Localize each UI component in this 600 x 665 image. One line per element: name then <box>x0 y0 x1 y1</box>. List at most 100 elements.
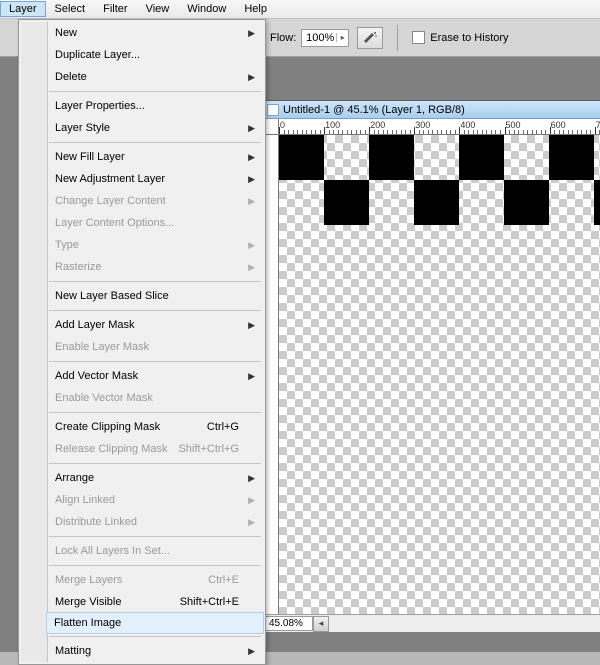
menu-item-label: Type <box>55 239 79 251</box>
menu-item-label: Release Clipping Mask <box>55 443 168 455</box>
menu-window[interactable]: Window <box>178 1 235 17</box>
zoom-field[interactable]: 45.08% <box>265 616 313 631</box>
menu-item-label: Merge Layers <box>55 574 122 586</box>
menu-item-type: Type ▶ <box>47 234 263 256</box>
menu-item-merge-visible[interactable]: Merge Visible Shift+Ctrl+E <box>47 591 263 613</box>
menu-item-label: Add Vector Mask <box>55 370 138 382</box>
flow-input[interactable] <box>302 32 336 44</box>
menu-item-label: Delete <box>55 71 87 83</box>
menu-item-label: Layer Content Options... <box>55 217 174 229</box>
document-window: Untitled-1 @ 45.1% (Layer 1, RGB/8) 0100… <box>262 100 600 632</box>
submenu-arrow-icon: ▶ <box>248 196 255 207</box>
pattern-square <box>504 180 549 225</box>
erase-history-label: Erase to History <box>430 32 508 44</box>
menu-separator <box>49 536 261 537</box>
menu-item-change-layer-content: Change Layer Content ▶ <box>47 190 263 212</box>
menu-help[interactable]: Help <box>235 1 276 17</box>
menu-item-new-layer-based-slice[interactable]: New Layer Based Slice <box>47 285 263 307</box>
menu-item-matting[interactable]: Matting▶ <box>47 640 263 662</box>
ruler-horizontal[interactable]: 0100200300400500600700 <box>279 119 600 135</box>
document-icon <box>267 104 279 116</box>
pattern-square <box>369 135 414 180</box>
menu-item-shortcut: Shift+Ctrl+E <box>180 596 239 608</box>
menu-item-label: Layer Properties... <box>55 100 145 112</box>
menu-separator <box>49 310 261 311</box>
submenu-arrow-icon: ▶ <box>248 646 255 657</box>
menu-separator <box>49 142 261 143</box>
menu-item-label: Layer Style <box>55 122 110 134</box>
menu-item-delete[interactable]: Delete▶ <box>47 66 263 88</box>
layer-menu-dropdown: New▶Duplicate Layer...Delete▶Layer Prope… <box>18 19 266 665</box>
menu-item-label: Enable Vector Mask <box>55 392 153 404</box>
menu-item-enable-vector-mask: Enable Vector Mask <box>47 387 263 409</box>
menu-separator <box>49 91 261 92</box>
pattern-square <box>594 180 600 225</box>
submenu-arrow-icon: ▶ <box>248 473 255 484</box>
submenu-arrow-icon: ▶ <box>248 240 255 251</box>
document-titlebar[interactable]: Untitled-1 @ 45.1% (Layer 1, RGB/8) <box>263 101 600 119</box>
menu-item-arrange[interactable]: Arrange▶ <box>47 467 263 489</box>
menu-item-merge-layers: Merge Layers Ctrl+E <box>47 569 263 591</box>
menu-item-label: Create Clipping Mask <box>55 421 160 433</box>
menu-item-new-adjustment-layer[interactable]: New Adjustment Layer ▶ <box>47 168 263 190</box>
erase-history-checkbox[interactable] <box>412 31 425 44</box>
menu-item-layer-style[interactable]: Layer Style ▶ <box>47 117 263 139</box>
divider <box>397 25 398 51</box>
document-title: Untitled-1 @ 45.1% (Layer 1, RGB/8) <box>283 104 465 116</box>
menu-separator <box>49 361 261 362</box>
menu-item-label: Lock All Layers In Set... <box>55 545 170 557</box>
menu-item-flatten-image[interactable]: Flatten Image <box>46 612 264 634</box>
menu-separator <box>49 565 261 566</box>
flow-dropdown-arrow[interactable]: ▸ <box>336 33 348 42</box>
menu-item-rasterize: Rasterize▶ <box>47 256 263 278</box>
menu-item-new-fill-layer[interactable]: New Fill Layer ▶ <box>47 146 263 168</box>
menu-item-label: New Adjustment Layer <box>55 173 165 185</box>
menu-view[interactable]: View <box>137 1 179 17</box>
menu-item-distribute-linked: Distribute Linked▶ <box>47 511 263 533</box>
menu-item-shortcut: Shift+Ctrl+G <box>178 443 239 455</box>
airbrush-button[interactable] <box>357 27 383 49</box>
menu-item-align-linked: Align Linked ▶ <box>47 489 263 511</box>
submenu-arrow-icon: ▶ <box>248 371 255 382</box>
submenu-arrow-icon: ▶ <box>248 495 255 506</box>
menu-layer[interactable]: Layer <box>0 1 46 17</box>
menu-item-new[interactable]: New▶ <box>47 22 263 44</box>
scroll-left-button[interactable]: ◂ <box>313 616 329 632</box>
menu-item-shortcut: Ctrl+G <box>207 421 239 433</box>
menu-separator <box>49 636 261 637</box>
submenu-arrow-icon: ▶ <box>248 28 255 39</box>
submenu-arrow-icon: ▶ <box>248 152 255 163</box>
submenu-arrow-icon: ▶ <box>248 320 255 331</box>
flow-label: Flow: <box>270 32 296 44</box>
menu-item-add-vector-mask[interactable]: Add Vector Mask ▶ <box>47 365 263 387</box>
submenu-arrow-icon: ▶ <box>248 123 255 134</box>
flow-field[interactable]: ▸ <box>301 29 349 47</box>
menu-select[interactable]: Select <box>46 1 95 17</box>
submenu-arrow-icon: ▶ <box>248 174 255 185</box>
menu-item-add-layer-mask[interactable]: Add Layer Mask▶ <box>47 314 263 336</box>
menu-item-label: Enable Layer Mask <box>55 341 149 353</box>
document-body <box>263 135 600 614</box>
menu-item-layer-properties[interactable]: Layer Properties... <box>47 95 263 117</box>
menu-item-label: Change Layer Content <box>55 195 166 207</box>
menu-item-label: Align Linked <box>55 494 115 506</box>
menu-item-label: Duplicate Layer... <box>55 49 140 61</box>
canvas[interactable] <box>279 135 600 614</box>
menu-item-label: Rasterize <box>55 261 101 273</box>
menu-item-create-clipping-mask[interactable]: Create Clipping Mask Ctrl+G <box>47 416 263 438</box>
menu-item-shortcut: Ctrl+E <box>208 574 239 586</box>
menu-item-label: Merge Visible <box>55 596 121 608</box>
pattern-square <box>324 180 369 225</box>
menu-item-label: Distribute Linked <box>55 516 137 528</box>
menu-item-duplicate-layer[interactable]: Duplicate Layer... <box>47 44 263 66</box>
menu-separator <box>49 281 261 282</box>
menu-filter[interactable]: Filter <box>94 1 136 17</box>
menu-item-label: New Fill Layer <box>55 151 125 163</box>
erase-history-option[interactable]: Erase to History <box>412 31 508 44</box>
menu-item-release-clipping-mask: Release Clipping Mask Shift+Ctrl+G <box>47 438 263 460</box>
menu-separator <box>49 463 261 464</box>
airbrush-icon <box>362 31 378 45</box>
menu-item-lock-all-layers-in-set: Lock All Layers In Set... <box>47 540 263 562</box>
menu-item-layer-content-options: Layer Content Options... <box>47 212 263 234</box>
flow-group: Flow: ▸ <box>270 29 349 47</box>
